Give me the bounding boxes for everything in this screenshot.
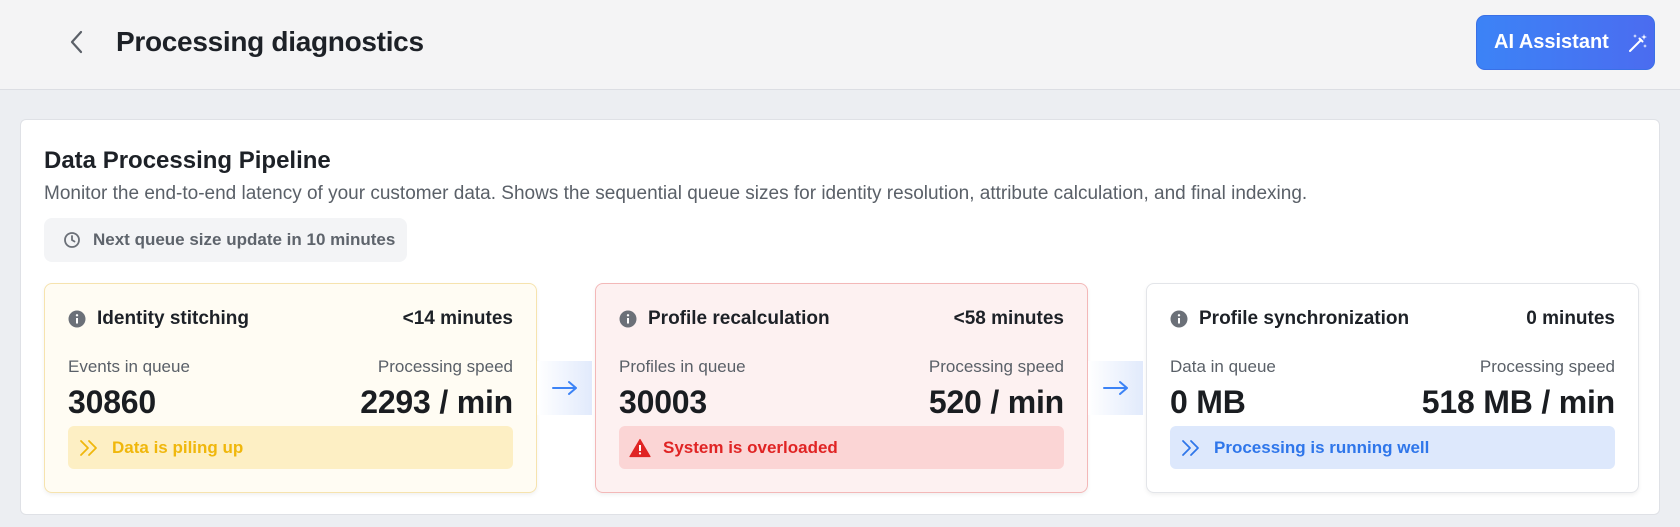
warning-triangle-icon bbox=[629, 438, 651, 457]
status-text: Data is piling up bbox=[112, 437, 244, 457]
stage-card-identity-stitching: Identity stitching <14 minutes Events in… bbox=[44, 283, 537, 493]
speed-value: 518 MB / min bbox=[1421, 384, 1615, 420]
pipeline-description: Monitor the end-to-end latency of your c… bbox=[44, 183, 1308, 204]
next-update-text: Next queue size update in 10 minutes bbox=[93, 230, 396, 249]
arrow-right-icon bbox=[1102, 381, 1128, 395]
speed-value: 520 / min bbox=[928, 384, 1064, 420]
pipeline-connector bbox=[537, 361, 592, 415]
queue-label: Events in queue bbox=[68, 357, 190, 376]
page-title: Processing diagnostics bbox=[116, 26, 424, 57]
status-banner: Processing is running well bbox=[1170, 426, 1615, 469]
magic-wand-icon bbox=[1628, 33, 1647, 52]
queue-label: Data in queue bbox=[1170, 357, 1276, 376]
top-bar: Processing diagnostics AI Assistant bbox=[0, 0, 1680, 90]
speed-label: Processing speed bbox=[377, 357, 513, 376]
queue-value: 30003 bbox=[619, 384, 707, 420]
info-icon[interactable] bbox=[68, 310, 86, 328]
speed-value: 2293 / min bbox=[360, 384, 513, 420]
info-icon[interactable] bbox=[619, 310, 637, 328]
stage-duration: <14 minutes bbox=[402, 308, 513, 329]
speed-label: Processing speed bbox=[928, 357, 1064, 376]
pipeline-panel: Data Processing Pipeline Monitor the end… bbox=[20, 119, 1660, 515]
info-icon[interactable] bbox=[1170, 310, 1188, 328]
stage-card-profile-recalculation: Profile recalculation <58 minutes Profil… bbox=[595, 283, 1088, 493]
stage-card-profile-synchronization: Profile synchronization 0 minutes Data i… bbox=[1146, 283, 1639, 493]
queue-value: 0 MB bbox=[1170, 384, 1246, 420]
stage-title: Profile synchronization bbox=[1199, 308, 1410, 329]
stage-title: Identity stitching bbox=[97, 308, 249, 329]
stage-duration: <58 minutes bbox=[953, 308, 1064, 329]
pipeline-connector bbox=[1088, 361, 1143, 415]
ai-assistant-button[interactable]: AI Assistant bbox=[1476, 15, 1655, 70]
double-chevron-right-icon bbox=[80, 439, 97, 456]
stage-duration: 0 minutes bbox=[1526, 308, 1615, 329]
speed-label: Processing speed bbox=[1479, 357, 1615, 376]
next-update-badge: Next queue size update in 10 minutes bbox=[44, 218, 407, 262]
stage-title: Profile recalculation bbox=[648, 308, 830, 329]
arrow-right-icon bbox=[551, 381, 577, 395]
back-button[interactable] bbox=[62, 27, 92, 57]
queue-value: 30860 bbox=[68, 384, 156, 420]
status-banner: System is overloaded bbox=[619, 426, 1064, 469]
clock-icon bbox=[64, 232, 80, 248]
status-text: System is overloaded bbox=[663, 437, 838, 457]
ai-assistant-label: AI Assistant bbox=[1494, 31, 1609, 53]
chevron-left-icon bbox=[70, 30, 83, 54]
queue-label: Profiles in queue bbox=[619, 357, 746, 376]
double-chevron-right-icon bbox=[1182, 439, 1199, 456]
pipeline-title: Data Processing Pipeline bbox=[44, 147, 331, 174]
status-banner: Data is piling up bbox=[68, 426, 513, 469]
status-text: Processing is running well bbox=[1214, 437, 1430, 457]
